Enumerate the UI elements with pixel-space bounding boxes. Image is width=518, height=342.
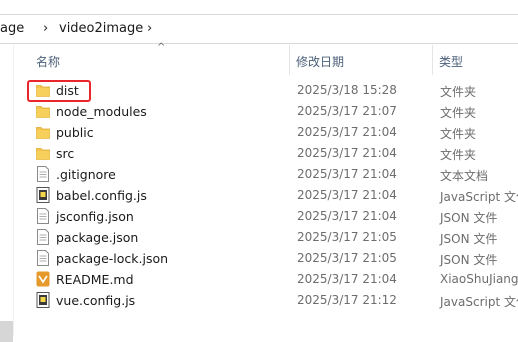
- breadcrumb[interactable]: age › video2image ›: [0, 14, 518, 44]
- file-date: 2025/3/17 21:07: [297, 104, 397, 118]
- file-date: 2025/3/17 21:04: [297, 125, 397, 139]
- file-type: 文件夹: [440, 85, 477, 99]
- address-bar: age › video2image ›: [0, 0, 518, 45]
- file-type: 文件夹: [440, 127, 477, 141]
- file-row[interactable]: .gitignore 2025/3/17 21:04 文本文档: [0, 164, 518, 185]
- folder-icon: [36, 103, 50, 119]
- file-date: 2025/3/17 21:04: [297, 167, 397, 181]
- json-file-icon: [36, 208, 50, 224]
- folder-icon: [36, 124, 50, 140]
- file-name: src: [56, 146, 75, 161]
- file-type: XiaoShuJiang: [440, 272, 518, 286]
- file-type: 文件夹: [440, 106, 477, 120]
- file-name: package.json: [56, 230, 139, 245]
- file-date: 2025/3/17 21:04: [297, 146, 397, 160]
- file-date: 2025/3/17 21:04: [297, 188, 397, 202]
- file-name: node_modules: [56, 104, 147, 119]
- file-name: README.md: [56, 272, 134, 287]
- folder-icon: [36, 145, 50, 161]
- file-name: jsconfig.json: [56, 209, 134, 224]
- file-name: package-lock.json: [56, 251, 169, 266]
- file-date: 2025/3/17 21:04: [297, 272, 397, 286]
- file-row[interactable]: vue.config.js 2025/3/17 21:12 JavaScript 文…: [0, 290, 518, 311]
- file-date: 2025/3/17 21:05: [297, 251, 397, 265]
- breadcrumb-separator: ›: [43, 21, 49, 36]
- js-file-icon: [36, 187, 50, 203]
- file-name: public: [56, 125, 94, 140]
- breadcrumb-current[interactable]: video2image: [59, 21, 143, 36]
- highlight-box: [27, 80, 91, 102]
- file-date: 2025/3/17 21:05: [297, 230, 397, 244]
- file-name: babel.config.js: [56, 188, 147, 203]
- column-divider[interactable]: [289, 45, 290, 75]
- text-file-icon: [36, 166, 50, 182]
- js-file-icon: [36, 292, 50, 308]
- json-file-icon: [36, 250, 50, 266]
- file-date: 2025/3/17 21:04: [297, 209, 397, 223]
- file-type: JSON 文件: [440, 232, 498, 246]
- file-row[interactable]: babel.config.js 2025/3/17 21:04 JavaScript…: [0, 185, 518, 206]
- file-type: JavaScript 文件: [440, 295, 518, 309]
- file-name: vue.config.js: [56, 293, 136, 308]
- file-row[interactable]: jsconfig.json 2025/3/17 21:04 JSON 文件: [0, 206, 518, 227]
- json-file-icon: [36, 229, 50, 245]
- file-row[interactable]: package.json 2025/3/17 21:05 JSON 文件: [0, 227, 518, 248]
- column-header-name[interactable]: 名称: [36, 45, 286, 75]
- file-date: 2025/3/17 21:12: [297, 293, 397, 307]
- file-type: JSON 文件: [440, 253, 498, 267]
- breadcrumb-separator[interactable]: ›: [147, 21, 152, 36]
- file-type: JavaScript 文件: [440, 190, 518, 204]
- nav-scrollbar-thumb[interactable]: [0, 321, 13, 342]
- file-name: .gitignore: [56, 167, 116, 182]
- file-type: 文本文档: [440, 169, 489, 183]
- file-row[interactable]: node_modules 2025/3/17 21:07 文件夹: [0, 101, 518, 122]
- file-row[interactable]: src 2025/3/17 21:04 文件夹: [0, 143, 518, 164]
- breadcrumb-parent[interactable]: age: [0, 21, 24, 36]
- column-header-type[interactable]: 类型: [439, 45, 518, 75]
- file-row[interactable]: public 2025/3/17 21:04 文件夹: [0, 122, 518, 143]
- column-header: ^ 名称 修改日期 类型: [14, 42, 518, 75]
- file-type: 文件夹: [440, 148, 477, 162]
- file-date: 2025/3/18 15:28: [297, 83, 397, 97]
- file-row[interactable]: README.md 2025/3/17 21:04 XiaoShuJiang: [0, 269, 518, 290]
- markdown-file-icon: [36, 271, 50, 287]
- column-header-date[interactable]: 修改日期: [296, 45, 426, 75]
- file-row[interactable]: package-lock.json 2025/3/17 21:05 JSON 文件: [0, 248, 518, 269]
- file-type: JSON 文件: [440, 211, 498, 225]
- column-divider[interactable]: [432, 45, 433, 75]
